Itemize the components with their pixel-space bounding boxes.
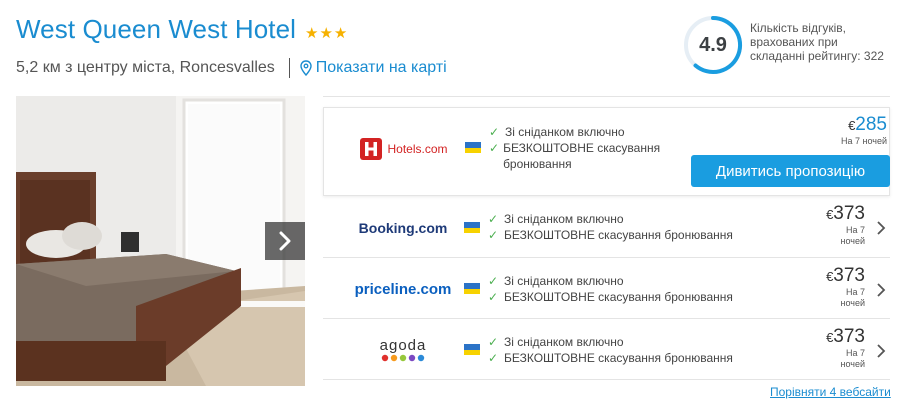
amenity-free-cancellation: БЕЗКОШТОВНЕ скасування бронювання	[504, 290, 733, 304]
distance-text: 5,2 км з центру міста, Roncesvalles	[16, 59, 275, 76]
offer-row-agoda[interactable]: agoda ✓ Зі сніданком включно ✓ БЕЗКОШТОВНЕ…	[323, 320, 890, 380]
agoda-wordmark: agoda	[379, 337, 427, 354]
ukraine-flag-icon	[465, 142, 481, 153]
rating-badge: 4.9	[682, 14, 744, 76]
price-nights: На 7 ночей	[840, 136, 887, 146]
offer-price: €373 На 7 ночей	[826, 265, 865, 309]
check-icon: ✓	[488, 335, 499, 349]
amenity-breakfast: Зі сніданком включно	[504, 335, 624, 349]
ukraine-flag-icon	[464, 283, 480, 294]
offer-amenities: ✓ Зі сніданком включно ✓ БЕЗКОШТОВНЕ скасу…	[488, 273, 733, 305]
agoda-dots-icon	[381, 354, 425, 362]
amenity-free-cancellation: БЕЗКОШТОВНЕ скасування бронювання	[503, 141, 661, 171]
rating-description: Кількість відгуків, врахованих при склад…	[750, 21, 884, 63]
amenity-breakfast: Зі сніданком включно	[504, 274, 624, 288]
check-icon: ✓	[489, 141, 500, 155]
price-nights: На 7	[845, 348, 865, 358]
amenity-breakfast: Зі сніданком включно	[504, 212, 624, 226]
price-nights: ночей	[840, 298, 866, 308]
price-amount: 285	[855, 114, 887, 135]
star-rating-icon: ★★★	[305, 25, 349, 42]
amenity-breakfast: Зі сніданком включно	[505, 125, 625, 139]
check-icon: ✓	[488, 274, 499, 288]
chevron-right-icon	[877, 344, 886, 358]
offer-price: €373 На 7 ночей	[826, 326, 865, 370]
next-photo-button[interactable]	[265, 222, 305, 260]
offer-price: €373 На 7 ночей	[826, 203, 865, 247]
check-icon: ✓	[488, 351, 499, 365]
chevron-right-icon	[877, 221, 886, 235]
offer-row-booking-com[interactable]: Booking.com ✓ Зі сніданком включно ✓ БЕЗКО…	[323, 197, 890, 258]
priceline-logo: priceline.com	[333, 278, 473, 300]
section-divider	[323, 96, 890, 97]
hotel-photo[interactable]	[16, 96, 305, 386]
check-icon: ✓	[488, 290, 499, 304]
view-deal-button[interactable]: Дивитись пропозицію	[691, 155, 890, 187]
check-icon: ✓	[488, 228, 499, 242]
check-icon: ✓	[489, 125, 500, 139]
chevron-right-icon	[877, 283, 886, 297]
price-amount: 373	[833, 265, 865, 286]
offer-price: €285 На 7 ночей	[841, 114, 887, 147]
offer-row-priceline[interactable]: priceline.com ✓ Зі сніданком включно ✓ БЕЗ…	[323, 259, 890, 319]
price-amount: 373	[833, 203, 865, 224]
hotels-com-wordmark: Hotels.com	[387, 142, 448, 156]
amenity-free-cancellation: БЕЗКОШТОВНЕ скасування бронювання	[504, 228, 733, 242]
check-icon: ✓	[488, 212, 499, 226]
ukraine-flag-icon	[464, 222, 480, 233]
priceline-wordmark: priceline.com	[354, 280, 452, 298]
offer-amenities: ✓ Зі сніданком включно ✓ БЕЗКОШТОВНЕ скасу…	[488, 211, 733, 243]
ukraine-flag-icon	[464, 344, 480, 355]
chevron-right-icon	[279, 231, 291, 251]
rating-value: 4.9	[699, 34, 727, 56]
show-on-map-label: Показати на карті	[315, 59, 447, 76]
room-image	[16, 96, 305, 386]
price-nights: ночей	[840, 236, 866, 246]
amenity-free-cancellation: БЕЗКОШТОВНЕ скасування бронювання	[504, 351, 733, 365]
offer-row-hotels-com[interactable]: Hotels.com ✓ Зі сніданком включно ✓ БЕЗКОШ…	[323, 107, 890, 196]
price-nights: На 7	[845, 225, 865, 235]
agoda-logo: agoda	[333, 334, 473, 366]
offer-amenities: ✓ Зі сніданком включно ✓ БЕЗКОШТОВНЕ скасу…	[489, 124, 689, 172]
compare-sites-link[interactable]: Порівняти 4 вебсайти	[770, 385, 891, 399]
hotels-com-logo: Hotels.com	[334, 134, 474, 164]
price-amount: 373	[833, 326, 865, 347]
hotels-com-h-icon	[360, 138, 383, 160]
hotel-name[interactable]: West Queen West Hotel	[16, 14, 296, 45]
booking-com-wordmark: Booking.com	[358, 220, 448, 236]
offer-amenities: ✓ Зі сніданком включно ✓ БЕЗКОШТОВНЕ скасу…	[488, 334, 733, 366]
divider	[288, 58, 290, 78]
price-nights: ночей	[840, 359, 866, 369]
price-nights: На 7	[845, 287, 865, 297]
booking-com-logo: Booking.com	[333, 217, 473, 239]
hotel-location-line: 5,2 км з центру міста, Roncesvalles Пока…	[16, 58, 447, 78]
show-on-map-link[interactable]: Показати на карті	[300, 59, 447, 77]
map-pin-icon	[300, 60, 312, 76]
